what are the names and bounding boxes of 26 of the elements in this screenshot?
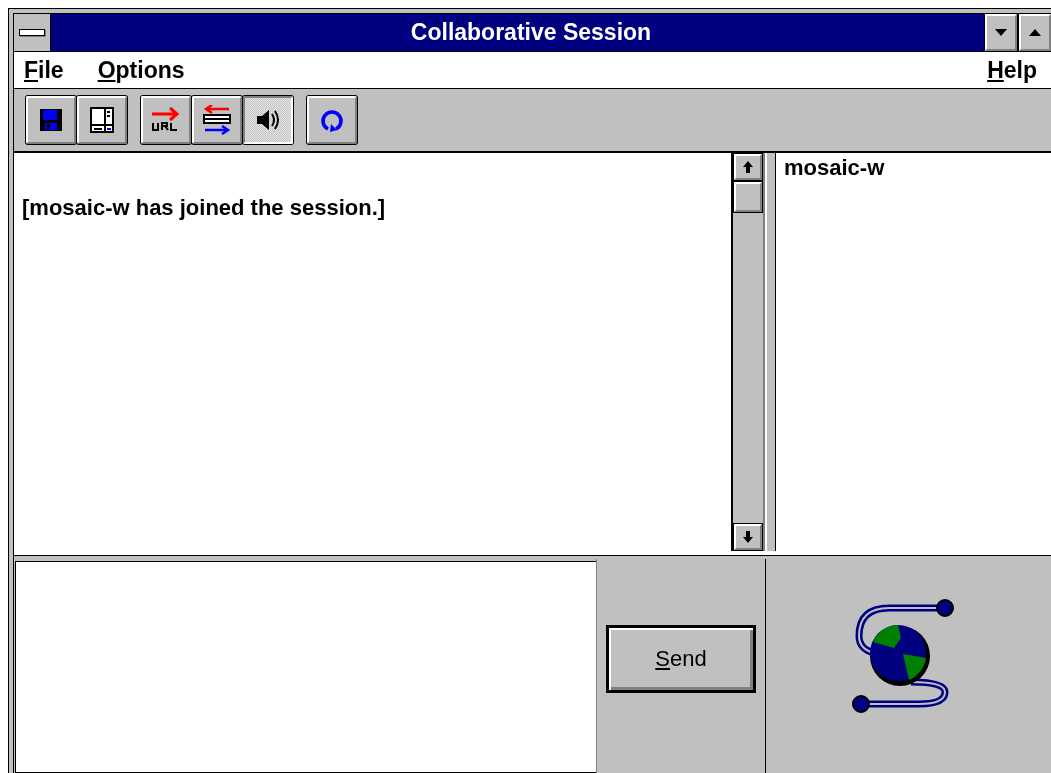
scroll-thumb[interactable] <box>734 182 762 212</box>
send-button[interactable]: Send <box>606 625 756 693</box>
refresh-icon <box>319 107 345 133</box>
speaker-icon <box>255 108 281 132</box>
up-triangle-icon <box>1029 29 1041 36</box>
sync-arrows-icon <box>201 105 233 135</box>
pane-splitter[interactable] <box>765 153 776 551</box>
chat-message: [mosaic-w has joined the session.] <box>22 195 387 221</box>
toolbar-button[interactable] <box>243 96 293 144</box>
window-title: Collaborative Session <box>409 19 652 46</box>
scroll-down-button[interactable] <box>734 524 762 550</box>
up-arrow-icon <box>743 161 753 173</box>
down-triangle-icon <box>995 29 1007 36</box>
menu-item[interactable]: Options <box>97 56 185 84</box>
menu-item[interactable]: Help <box>987 56 1037 84</box>
system-menu-button[interactable] <box>14 14 51 51</box>
message-input-field[interactable] <box>15 561 596 773</box>
participant-name[interactable]: mosaic-w <box>784 155 1051 181</box>
minimize-button[interactable] <box>985 14 1017 51</box>
url-arrow-icon <box>150 106 182 134</box>
save-icon <box>39 108 63 132</box>
panel-icon <box>90 107 114 133</box>
scroll-up-button[interactable] <box>734 154 762 180</box>
maximize-button[interactable] <box>1019 14 1051 51</box>
menu-item[interactable]: File <box>24 56 64 84</box>
down-arrow-icon <box>743 531 753 543</box>
